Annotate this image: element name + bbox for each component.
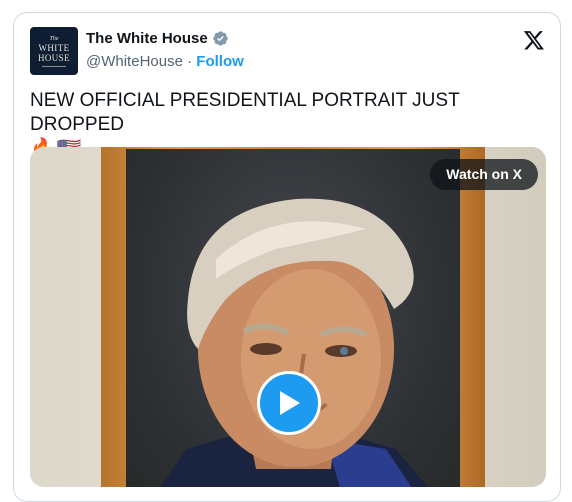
x-logo-icon[interactable] bbox=[522, 29, 546, 51]
handle-row: @WhiteHouse · Follow bbox=[86, 53, 244, 70]
video-media[interactable]: Watch on X bbox=[30, 147, 546, 487]
avatar-line1: The bbox=[49, 35, 59, 42]
name-row: The White House bbox=[86, 30, 229, 47]
tweet-header: The WHITE HOUSE The White House @WhiteHo… bbox=[30, 27, 546, 77]
verified-badge-icon bbox=[212, 31, 228, 46]
portrait-canvas bbox=[126, 149, 460, 487]
follow-button[interactable]: Follow bbox=[196, 53, 244, 70]
play-icon bbox=[280, 391, 300, 415]
watch-on-x-button[interactable]: Watch on X bbox=[430, 159, 538, 190]
avatar[interactable]: The WHITE HOUSE bbox=[30, 27, 78, 75]
separator: · bbox=[187, 53, 193, 70]
handle[interactable]: @WhiteHouse bbox=[86, 53, 183, 70]
avatar-line2: WHITE bbox=[38, 42, 70, 53]
avatar-divider bbox=[42, 65, 66, 67]
tweet-body: NEW OFFICIAL PRESIDENTIAL PORTRAIT JUST … bbox=[30, 90, 460, 135]
play-button[interactable] bbox=[257, 371, 321, 435]
display-name[interactable]: The White House bbox=[86, 30, 208, 47]
tweet-card[interactable]: The WHITE HOUSE The White House @WhiteHo… bbox=[13, 12, 561, 502]
avatar-line3: HOUSE bbox=[37, 52, 70, 63]
portrait-image bbox=[160, 198, 428, 487]
